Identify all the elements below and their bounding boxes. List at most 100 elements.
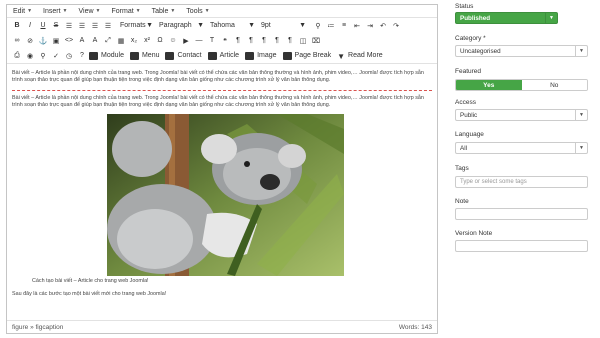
paragraph-intro[interactable]: Bài viết – Article là phần nội dung chín… — [12, 70, 432, 84]
menu-view-label: View — [78, 7, 94, 15]
search-icon[interactable]: ⚲ — [37, 50, 49, 62]
rtl-icon[interactable]: ¶ — [284, 35, 296, 47]
blockquote-icon[interactable]: ❝ — [219, 35, 231, 47]
image-button[interactable]: Image — [245, 50, 277, 62]
editor-menubar: Edit ▼ Insert ▼ View ▼ Format ▼ Table ▼ Tools… — [7, 5, 437, 18]
fullscreen-icon[interactable]: ⤢ — [102, 35, 114, 47]
status-select[interactable]: Published ▼ — [455, 12, 558, 24]
contact-button[interactable]: Contact — [165, 50, 202, 62]
align-right-icon[interactable]: ☰ — [89, 20, 101, 32]
horizontal-rule-icon[interactable]: — — [193, 35, 205, 47]
bold-icon[interactable]: B — [11, 20, 23, 32]
article-button[interactable]: Article — [207, 50, 240, 62]
featured-yes-button[interactable]: Yes — [456, 80, 522, 90]
article-label: Article — [219, 52, 240, 59]
module-button[interactable]: Module — [89, 50, 124, 62]
clear-format-icon[interactable]: T — [206, 35, 218, 47]
chevron-down-icon: ▼ — [27, 8, 33, 14]
menu-insert[interactable]: Insert ▼ — [43, 8, 67, 15]
access-value: Public — [460, 111, 478, 119]
editor-content[interactable]: Bài viết – Article là phần nội dung chín… — [7, 63, 437, 321]
page-break-line — [12, 90, 432, 91]
paragraph-after[interactable]: Sau đây là các bước tạo một bài viết mới… — [12, 291, 166, 297]
ltr-icon[interactable]: ¶ — [271, 35, 283, 47]
emoticons-icon[interactable]: ☺ — [167, 35, 179, 47]
menu-button[interactable]: Menu — [129, 50, 159, 62]
read-more-button[interactable]: ▼ Read More — [337, 50, 383, 62]
align-center-icon[interactable]: ☰ — [76, 20, 88, 32]
preview-icon[interactable]: ◉ — [24, 50, 36, 62]
page-break-label: Page Break — [294, 52, 332, 59]
superscript-icon[interactable]: x² — [141, 35, 153, 47]
tags-input[interactable]: Type or select some tags — [455, 176, 588, 188]
category-select[interactable]: Uncategorised ▼ — [455, 45, 588, 57]
background-color-icon[interactable]: A — [89, 35, 101, 47]
help-icon[interactable]: ? — [76, 50, 88, 62]
image-icon[interactable]: ▣ — [50, 35, 62, 47]
find-replace-icon[interactable]: ⚲ — [312, 20, 324, 32]
toolbar-row-1: B I U S ☰ ☰ ☰ ☰ Formats ▼ Paragraph ▼ Taho… — [7, 18, 437, 33]
font-select[interactable]: Tahoma ▼ — [210, 20, 255, 31]
align-justify-icon[interactable]: ☰ — [102, 20, 114, 32]
menu-view[interactable]: View ▼ — [78, 8, 100, 15]
spellcheck-icon[interactable]: ✓ — [50, 50, 62, 62]
font-size-select[interactable]: 9pt ▼ — [261, 20, 306, 31]
chevron-down-icon: ▼ — [248, 22, 255, 29]
image-label: Image — [257, 52, 277, 59]
language-select[interactable]: All ▼ — [455, 142, 588, 154]
outdent-icon[interactable]: ⇤ — [351, 20, 363, 32]
menu-tools[interactable]: Tools ▼ — [186, 8, 209, 15]
paragraph-select[interactable]: Paragraph ▼ — [159, 20, 204, 31]
text-color-icon[interactable]: A — [76, 35, 88, 47]
page-break-button[interactable]: Page Break — [282, 50, 332, 62]
formats-select[interactable]: Formats ▼ — [120, 20, 153, 31]
tags-label: Tags — [455, 165, 469, 172]
indent-icon[interactable]: ⇥ — [364, 20, 376, 32]
insert-datetime-icon[interactable]: ◷ — [63, 50, 75, 62]
menu-table[interactable]: Table ▼ — [152, 8, 176, 15]
read-more-label: Read More — [348, 52, 383, 59]
version-note-input[interactable] — [455, 240, 588, 252]
subscript-icon[interactable]: x₂ — [128, 35, 140, 47]
anchor-icon[interactable]: ⚓ — [37, 35, 49, 47]
word-count: Words: 143 — [398, 323, 432, 331]
underline-icon[interactable]: U — [37, 20, 49, 32]
access-select[interactable]: Public ▼ — [455, 109, 588, 121]
page-break-icon — [282, 51, 292, 60]
link-icon[interactable]: ∞ — [11, 35, 23, 47]
visual-blocks-icon[interactable]: ¶ — [245, 35, 257, 47]
paragraph-second[interactable]: Bài viết – Article là phần nội dung chín… — [12, 95, 432, 109]
element-path[interactable]: figure » figcaption — [12, 324, 63, 331]
unlink-icon[interactable]: ⊘ — [24, 35, 36, 47]
read-more-icon: ▼ — [337, 51, 346, 61]
print-icon[interactable]: ⎙ — [11, 50, 23, 62]
note-label: Note — [455, 198, 469, 205]
italic-icon[interactable]: I — [24, 20, 36, 32]
featured-no-button[interactable]: No — [521, 80, 587, 90]
menu-edit[interactable]: Edit ▼ — [13, 8, 32, 15]
figure-caption[interactable]: Cách tạo bài viết – Article cho trang we… — [32, 278, 149, 284]
numbered-list-icon[interactable]: ≡ — [338, 20, 350, 32]
align-left-icon[interactable]: ☰ — [63, 20, 75, 32]
undo-icon[interactable]: ↶ — [377, 20, 389, 32]
koala-image[interactable] — [107, 114, 344, 276]
code-icon[interactable]: <> — [63, 35, 75, 47]
chevron-down-icon: ▼ — [170, 8, 176, 14]
table-icon[interactable]: ▦ — [115, 35, 127, 47]
paragraph-label: Paragraph — [159, 22, 192, 29]
menu-insert-label: Insert — [43, 7, 61, 15]
bullet-list-icon[interactable]: ≔ — [325, 20, 337, 32]
template-icon[interactable]: ◫ — [297, 35, 309, 47]
media-icon[interactable]: ▶ — [180, 35, 192, 47]
nonbreaking-icon[interactable]: ¶ — [232, 35, 244, 47]
menu-format[interactable]: Format ▼ — [111, 8, 140, 15]
strikethrough-icon[interactable]: S — [50, 20, 62, 32]
chevron-down-icon: ▼ — [545, 13, 557, 23]
special-char-icon[interactable]: Ω — [154, 35, 166, 47]
note-input[interactable] — [455, 208, 588, 220]
redo-icon[interactable]: ↷ — [390, 20, 402, 32]
source-code-icon[interactable]: ⌧ — [310, 35, 322, 47]
category-value: Uncategorised — [460, 47, 501, 55]
toolbar-row-2: ∞ ⊘ ⚓ ▣ <> A A ⤢ ▦ x₂ x² Ω ☺ ▶ — T ❝ ¶ ¶… — [7, 33, 437, 48]
show-blocks-icon[interactable]: ¶ — [258, 35, 270, 47]
